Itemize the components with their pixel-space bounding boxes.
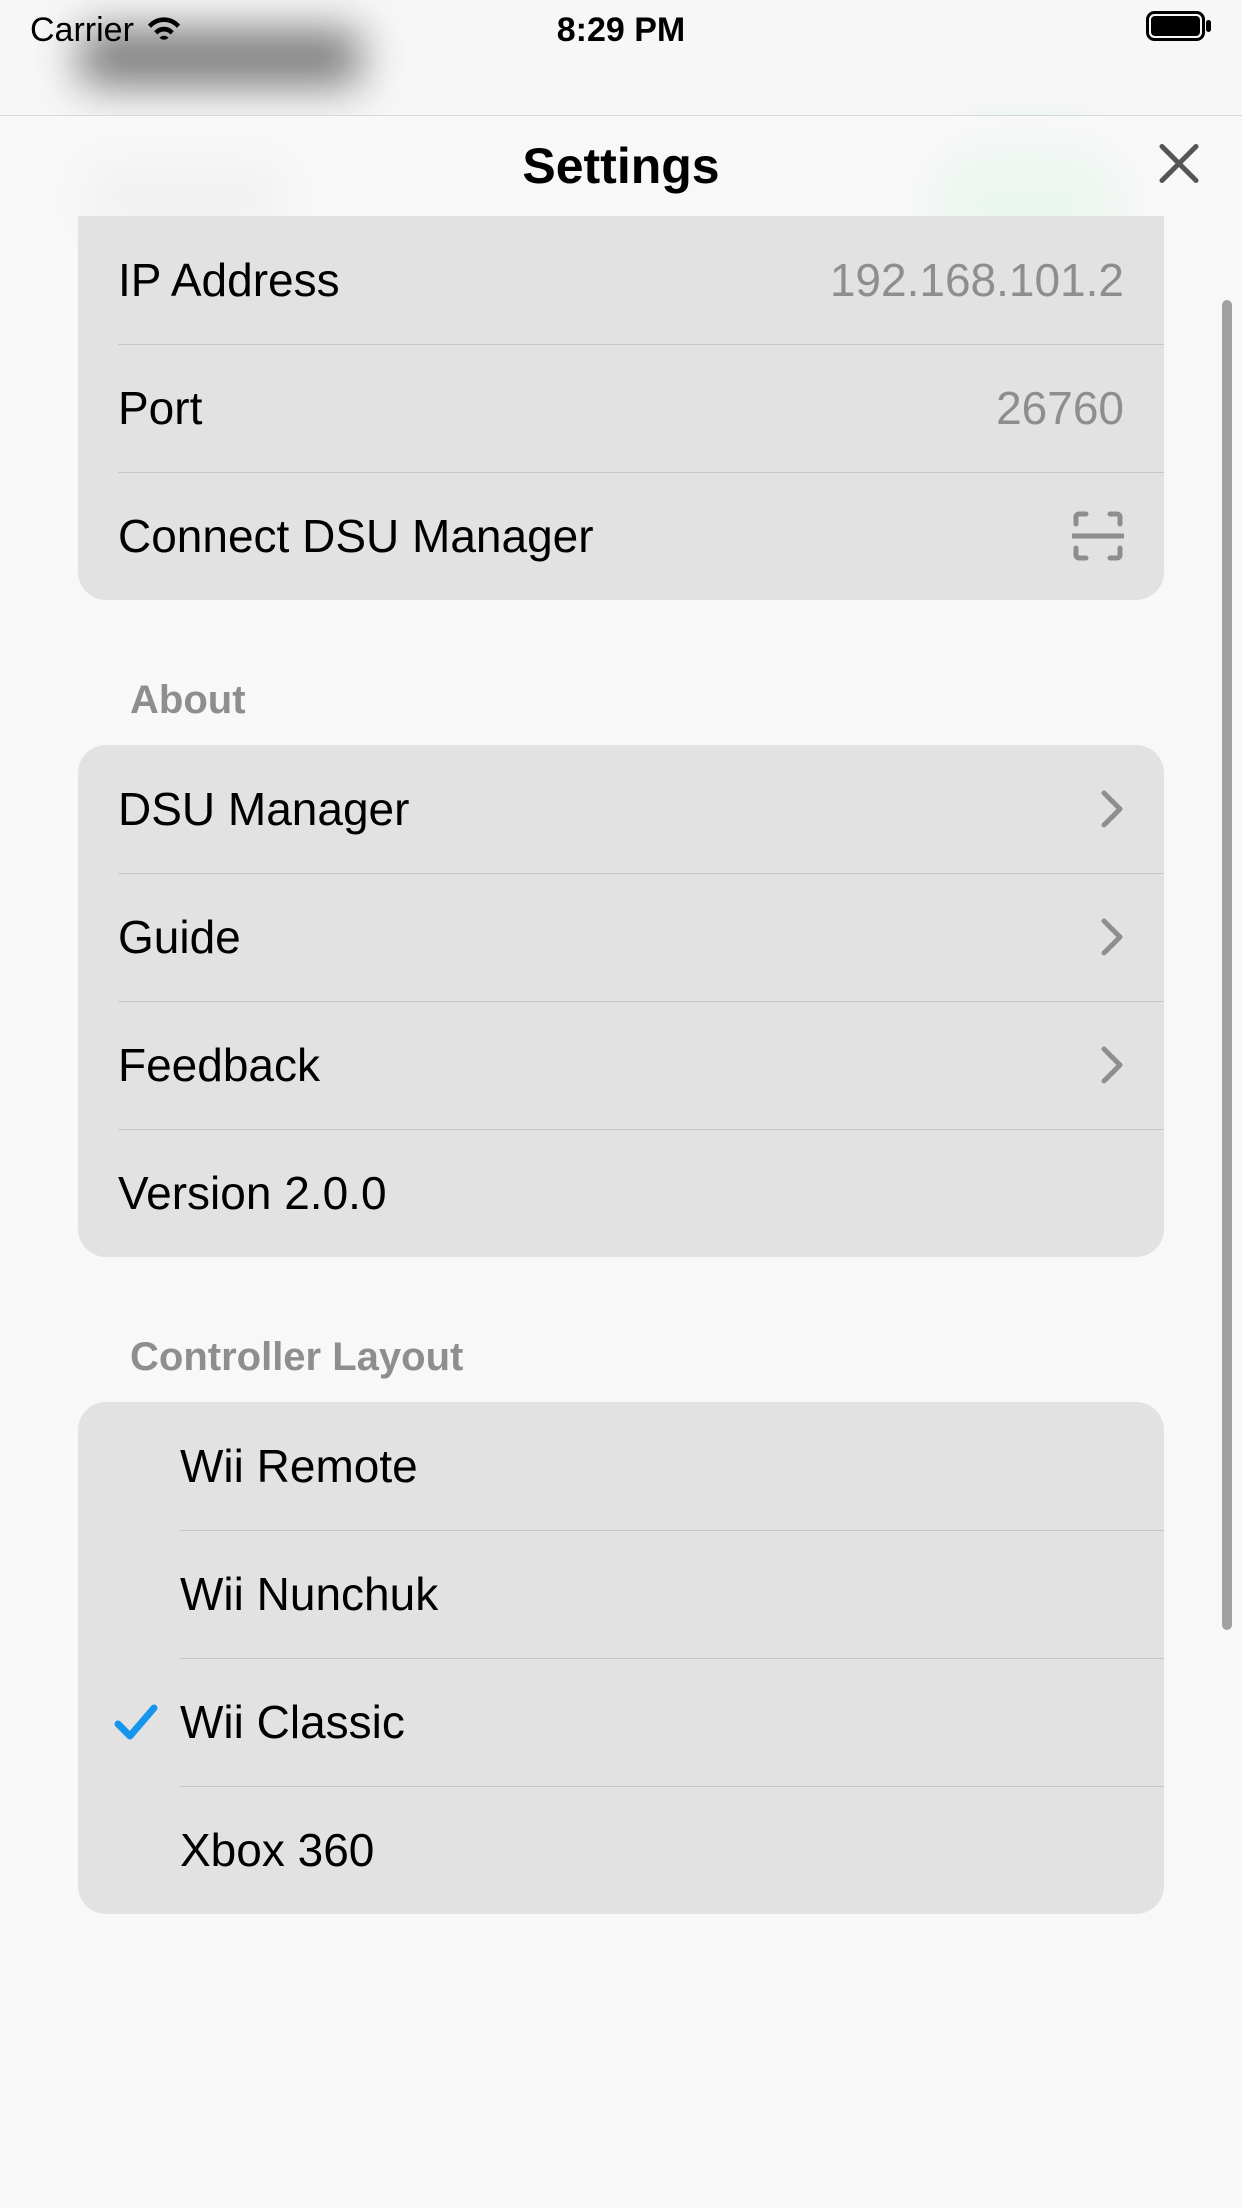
close-button[interactable] [1156,141,1202,192]
close-icon [1156,141,1202,187]
scan-icon [1072,510,1124,562]
connect-dsu-row[interactable]: Connect DSU Manager [78,472,1164,600]
port-label: Port [118,381,996,435]
controller-option-label: Wii Remote [180,1439,1124,1493]
controller-header: Controller Layout [130,1335,1242,1380]
settings-sheet: Settings IP Address 192.168.101.2 Port 2… [0,115,1242,2208]
controller-option-row[interactable]: Wii Remote [78,1402,1164,1530]
port-value: 26760 [996,381,1124,435]
port-row[interactable]: Port 26760 [78,344,1164,472]
settings-scroll[interactable]: IP Address 192.168.101.2 Port 26760 Conn… [0,216,1242,2208]
ip-address-label: IP Address [118,253,830,307]
version-label: Version 2.0.0 [118,1166,1124,1220]
dsu-manager-label: DSU Manager [118,782,1080,836]
checkmark-slot [106,1698,166,1746]
clock: 8:29 PM [0,11,1242,50]
scroll-indicator[interactable] [1222,300,1232,1630]
about-header: About [130,678,1242,723]
feedback-label: Feedback [118,1038,1080,1092]
chevron-right-icon [1100,917,1124,957]
guide-row[interactable]: Guide [78,873,1164,1001]
ip-address-value: 192.168.101.2 [830,253,1124,307]
guide-label: Guide [118,910,1080,964]
version-row: Version 2.0.0 [78,1129,1164,1257]
sheet-header: Settings [0,116,1242,216]
controller-option-row[interactable]: Wii Nunchuk [78,1530,1164,1658]
status-bar: Carrier 8:29 PM [0,0,1242,60]
controller-group: Wii Remote Wii Nunchuk Wii Classic Xbox 360 [78,1402,1164,1914]
connect-dsu-label: Connect DSU Manager [118,509,1052,563]
ip-address-row[interactable]: IP Address 192.168.101.2 [78,216,1164,344]
page-title: Settings [522,137,719,195]
chevron-right-icon [1100,1045,1124,1085]
controller-option-row[interactable]: Wii Classic [78,1658,1164,1786]
feedback-row[interactable]: Feedback [78,1001,1164,1129]
checkmark-icon [112,1698,160,1746]
controller-option-label: Wii Classic [180,1695,1124,1749]
network-group: IP Address 192.168.101.2 Port 26760 Conn… [78,216,1164,600]
controller-option-row[interactable]: Xbox 360 [78,1786,1164,1914]
chevron-right-icon [1100,789,1124,829]
about-group: DSU Manager Guide Feedback Version 2.0.0 [78,745,1164,1257]
controller-option-label: Wii Nunchuk [180,1567,1124,1621]
controller-option-label: Xbox 360 [180,1823,1124,1877]
dsu-manager-row[interactable]: DSU Manager [78,745,1164,873]
